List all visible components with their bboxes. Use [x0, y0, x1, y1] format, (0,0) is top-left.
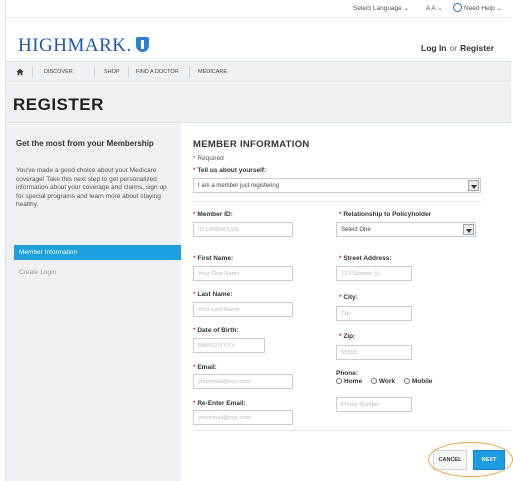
tell-us-label: * Tell us about yourself: — [193, 167, 267, 174]
required-note: * Required — [193, 155, 224, 162]
shield-icon — [135, 37, 149, 52]
sidebar-title: Get the most from your Membership — [16, 139, 154, 148]
phone-number-input[interactable]: Phone Number — [336, 397, 412, 412]
first-name-input[interactable]: Your First Name — [193, 266, 293, 281]
nav-item-shop[interactable]: Shop — [104, 69, 120, 75]
need-help-menu[interactable]: Need Help ⌄ — [453, 3, 502, 13]
home-icon[interactable] — [16, 68, 24, 76]
page-title-band: REGISTER — [6, 83, 511, 123]
dob-input[interactable]: MM/DD/YYYY — [193, 338, 265, 353]
reenter-email-input[interactable]: youremail@xyz.com — [193, 410, 293, 425]
utility-bar: Select Language ⌄ A A ⌄ Need Help ⌄ — [6, 0, 511, 17]
or-text: or — [449, 43, 458, 53]
sidebar: Get the most from your Membership You've… — [6, 124, 181, 481]
last-name-input[interactable]: Your Last Name — [193, 302, 293, 317]
tell-us-select[interactable]: I am a member just registering — [193, 178, 481, 193]
tell-us-value: I am a member just registering — [198, 183, 280, 189]
reemail-label-text: Re-Enter Email: — [197, 400, 246, 407]
first-name-label: * First Name: — [193, 255, 234, 262]
phone-type-radios: Home Work Mobile — [336, 378, 439, 385]
member-id-input[interactable]: ID CARD#/SSN — [193, 222, 293, 237]
last-name-label: * Last Name: — [193, 291, 233, 298]
nav-divider — [32, 66, 33, 78]
nav-item-discover[interactable]: Discover — [44, 69, 73, 75]
logo-text: HIGHMARK. — [18, 35, 132, 56]
relationship-select[interactable]: Select One — [336, 222, 476, 237]
register-link[interactable]: Register — [460, 43, 494, 53]
language-select[interactable]: Select Language ⌄ — [353, 4, 409, 12]
cancel-button[interactable]: CANCEL — [433, 450, 467, 470]
chevron-down-icon — [468, 180, 479, 191]
street-address-input[interactable]: 123 Sample St. — [336, 266, 412, 281]
page-title: REGISTER — [13, 95, 104, 114]
email-label-text: Email: — [197, 364, 217, 371]
sidebar-description: You've made a good choice about your Med… — [16, 167, 167, 208]
login-register: Log In or Register — [421, 43, 494, 53]
nav-item-medicare[interactable]: Medicare — [198, 69, 227, 75]
phone-label: Phone: — [336, 370, 359, 377]
street-label-text: Street Address: — [343, 255, 392, 262]
main-nav: Discover Shop Find a Doctor Medicare — [6, 61, 511, 82]
radio-icon — [370, 378, 377, 384]
nav-divider — [128, 66, 129, 78]
help-icon — [453, 3, 462, 12]
required-note-text: Required — [197, 155, 224, 162]
city-label: * City: — [339, 294, 358, 301]
street-address-label: * Street Address: — [339, 255, 392, 262]
reenter-email-label: * Re-Enter Email: — [193, 400, 246, 407]
divider — [193, 430, 511, 431]
member-information-form: MEMBER INFORMATION * Required * Tell us … — [181, 124, 513, 481]
email-label: * Email: — [193, 364, 217, 371]
member-id-label: * Member ID: — [193, 211, 233, 218]
divider — [193, 201, 481, 202]
zip-input[interactable]: 55555 — [336, 345, 412, 360]
login-link[interactable]: Log In — [421, 43, 447, 53]
phone-type-work[interactable]: Work — [370, 378, 396, 385]
phone-type-work-label: Work — [378, 378, 396, 385]
first-name-label-text: First Name: — [197, 255, 234, 262]
nav-divider — [94, 66, 95, 78]
radio-icon — [336, 378, 342, 384]
dob-label-text: Date of Birth: — [197, 327, 239, 334]
nav-item-find-a-doctor[interactable]: Find a Doctor — [136, 69, 179, 75]
relationship-value: Select One — [341, 227, 371, 233]
phone-type-mobile[interactable]: Mobile — [403, 378, 433, 385]
tell-us-label-text: Tell us about yourself: — [197, 167, 267, 174]
last-name-label-text: Last Name: — [197, 291, 233, 298]
dob-label: * Date of Birth: — [193, 327, 239, 334]
text-size-control[interactable]: A A ⌄ — [426, 4, 443, 12]
city-label-text: City: — [343, 294, 358, 301]
relationship-label: * Relationship to Policyholder — [339, 211, 432, 218]
chevron-down-icon — [463, 224, 474, 235]
sidebar-step-create-login[interactable]: Create Login — [19, 269, 56, 276]
radio-icon — [403, 378, 410, 384]
city-input[interactable]: City — [336, 306, 412, 321]
highmark-logo[interactable]: HIGHMARK. — [18, 35, 149, 57]
site-header: HIGHMARK. Log In or Register — [6, 17, 511, 61]
next-button[interactable]: NEXT — [473, 450, 505, 470]
zip-label: * Zip: — [339, 333, 356, 340]
phone-type-home[interactable]: Home — [336, 378, 362, 385]
sidebar-step-member-information[interactable]: Member Information — [14, 245, 181, 260]
email-input[interactable]: youremail@xyz.com — [193, 374, 293, 389]
phone-type-home-label: Home — [344, 378, 363, 385]
relationship-label-text: Relationship to Policyholder — [343, 211, 432, 218]
form-title: MEMBER INFORMATION — [193, 139, 310, 150]
need-help-label: Need Help ⌄ — [464, 5, 502, 13]
page-frame: Select Language ⌄ A A ⌄ Need Help ⌄ HIGH… — [5, 0, 513, 481]
member-id-label-text: Member ID: — [197, 211, 233, 218]
phone-type-mobile-label: Mobile — [411, 378, 433, 385]
nav-divider — [189, 66, 190, 78]
zip-label-text: Zip: — [343, 333, 356, 340]
